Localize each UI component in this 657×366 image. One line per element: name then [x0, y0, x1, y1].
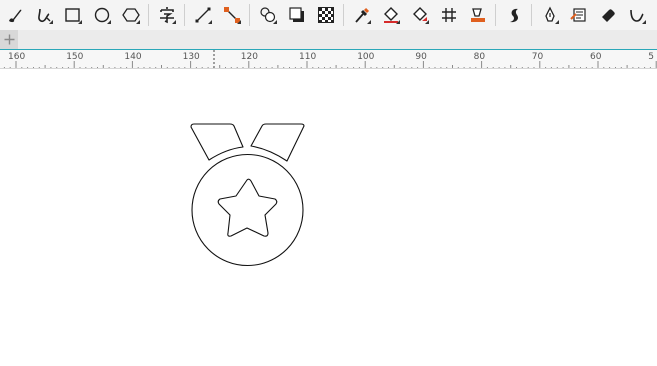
flyout-indicator	[425, 20, 429, 24]
line-tool-button[interactable]	[188, 0, 217, 30]
flyout-indicator	[107, 20, 111, 24]
flyout-indicator	[208, 20, 212, 24]
interactive-fill-tool-button[interactable]	[405, 0, 434, 30]
transparency-icon	[317, 7, 334, 23]
flyout-indicator	[367, 20, 371, 24]
contour-tool-button[interactable]	[499, 0, 528, 30]
ruler-label: 80	[473, 52, 486, 62]
ruler-label: 160	[8, 52, 26, 62]
drawing-app-window: 160 150 140 130 120 110 100 90 80 70 60 5	[0, 0, 657, 366]
mesh-fill-tool-button[interactable]	[434, 0, 463, 30]
document-tab-strip	[0, 30, 657, 50]
ruler-label: 150	[66, 52, 84, 62]
toolbox-toolbar	[0, 0, 657, 30]
toolbar-separator	[249, 4, 250, 26]
polygon-tool-button[interactable]	[116, 0, 145, 30]
flyout-indicator	[642, 20, 646, 24]
pen-curve-tool-button[interactable]	[29, 0, 58, 30]
edit-node-icon	[569, 8, 586, 22]
ruler-label: 5	[648, 52, 654, 62]
ruler-label: 130	[182, 52, 200, 62]
brush-icon	[8, 9, 21, 23]
flyout-indicator	[78, 20, 82, 24]
blend-tool-button[interactable]	[253, 0, 282, 30]
medal-disc	[191, 153, 304, 267]
contour-icon	[509, 8, 518, 23]
flyout-indicator	[555, 20, 559, 24]
flyout-indicator	[49, 20, 53, 24]
smart-fill-icon	[470, 8, 485, 22]
toolbar-separator	[531, 4, 532, 26]
flyout-indicator	[273, 20, 277, 24]
text-tool-button[interactable]	[152, 0, 181, 30]
eraser-icon	[601, 9, 615, 22]
medal-left-ribbon	[190, 123, 244, 161]
ruler-label: 90	[415, 52, 427, 62]
bezier-tool-button[interactable]	[622, 0, 651, 30]
transparency-tool-button[interactable]	[311, 0, 340, 30]
horizontal-ruler[interactable]: 160 150 140 130 120 110 100 90 80 70 60 5	[0, 50, 657, 69]
drawing-canvas[interactable]	[0, 69, 657, 366]
flyout-indicator	[396, 20, 400, 24]
smart-fill-tool-button[interactable]	[463, 0, 492, 30]
brush-tool-button[interactable]	[0, 0, 29, 30]
rectangle-tool-button[interactable]	[58, 0, 87, 30]
toolbar-separator	[495, 4, 496, 26]
ruler-label: 120	[240, 52, 258, 62]
connector-tool-button[interactable]	[217, 0, 246, 30]
add-document-tab-button[interactable]	[0, 30, 18, 49]
ruler-label: 60	[590, 52, 602, 62]
medal-drawing[interactable]	[190, 123, 305, 267]
plus-icon	[4, 34, 14, 45]
ruler-ticks	[3, 50, 657, 68]
ellipse-tool-button[interactable]	[87, 0, 116, 30]
eyedropper-tool-button[interactable]	[347, 0, 376, 30]
canvas-artwork	[190, 123, 305, 267]
toolbar-separator	[343, 4, 344, 26]
eraser-tool-button[interactable]	[593, 0, 622, 30]
shadow-tool-button[interactable]	[282, 0, 311, 30]
flyout-indicator	[237, 20, 241, 24]
flyout-indicator	[172, 20, 176, 24]
ruler-label: 70	[531, 52, 544, 62]
shadow-icon	[288, 7, 304, 22]
flyout-indicator	[136, 20, 140, 24]
toolbar-separator	[148, 4, 149, 26]
ruler-label: 140	[124, 52, 142, 62]
medal-star	[217, 178, 278, 237]
fill-bucket-tool-button[interactable]	[376, 0, 405, 30]
ruler-label: 100	[357, 52, 375, 62]
toolbar-separator	[184, 4, 185, 26]
pen-nib-tool-button[interactable]	[535, 0, 564, 30]
ruler-label: 110	[299, 52, 317, 62]
mesh-fill-icon	[441, 8, 456, 22]
edit-node-tool-button[interactable]	[564, 0, 593, 30]
